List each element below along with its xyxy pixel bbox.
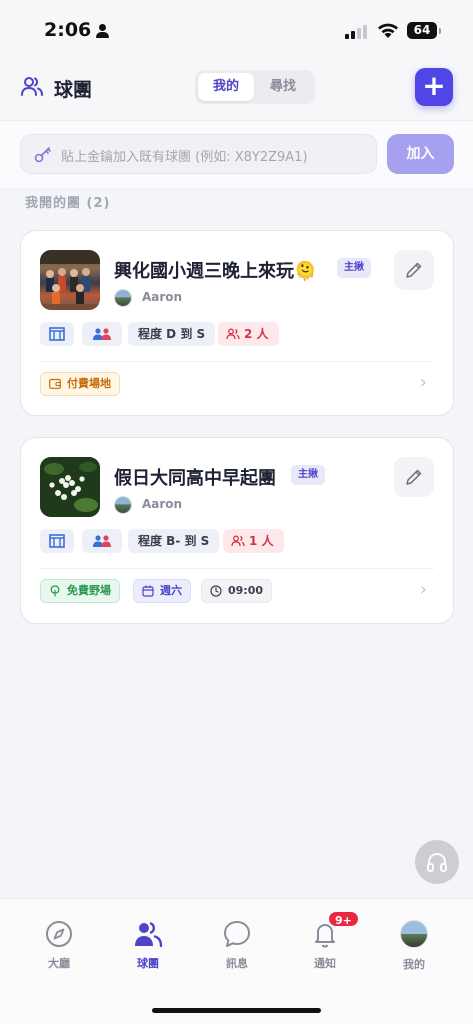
status-time: 2:06 [44, 19, 92, 41]
owner-name: Aaron [142, 290, 183, 304]
page-header: 球團 我的 尋找 + [0, 58, 473, 120]
member-count: 2 人 [244, 327, 269, 341]
pencil-icon [406, 469, 422, 485]
edit-button[interactable] [394, 250, 434, 290]
support-button[interactable] [415, 840, 459, 884]
people-outline-icon [226, 328, 240, 340]
edit-button[interactable] [394, 457, 434, 497]
tab-profile[interactable]: 我的 [384, 919, 444, 972]
time-tag: 09:00 [201, 579, 273, 603]
host-badge: 主揪 [337, 258, 371, 278]
divider [40, 568, 434, 569]
chat-bubble-icon [224, 921, 250, 947]
chevron-right-icon: › [419, 579, 427, 600]
notification-badge: 9+ [327, 910, 360, 928]
wallet-icon [49, 378, 61, 389]
home-indicator [152, 1008, 321, 1013]
people-outline-icon [231, 535, 245, 547]
chevron-right-icon: › [419, 372, 427, 393]
gender-chip [82, 322, 122, 346]
tab-lobby[interactable]: 大廳 [29, 919, 89, 971]
clock-icon [210, 585, 222, 597]
level-chip: 程度 D 到 S [128, 322, 216, 346]
invite-key-placeholder: 貼上金鑰加入既有球團 (例如: X8Y2Z9A1) [61, 150, 308, 165]
cellular-signal-icon [345, 25, 369, 39]
group-photo [40, 457, 100, 517]
battery-indicator: 64 [407, 22, 441, 39]
member-count: 1 人 [249, 534, 274, 548]
divider [40, 361, 434, 362]
headphones-icon [427, 853, 447, 872]
tab-messages[interactable]: 訊息 [207, 919, 267, 971]
status-bar: 2:06 64 [0, 0, 473, 58]
pencil-icon [406, 262, 422, 278]
bottom-tab-bar: 大廳 球團 訊息 9+ 通知 我的 [0, 898, 473, 1024]
member-count-chip: 2 人 [218, 322, 279, 346]
avatar [114, 289, 132, 307]
calendar-icon [142, 585, 154, 597]
tree-icon [50, 585, 60, 597]
court-icon [49, 327, 65, 341]
member-count-chip: 1 人 [223, 529, 284, 553]
owner-name: Aaron [142, 497, 183, 511]
group-card[interactable]: 興化國小週三晚上來玩🫠 主揪 Aaron 程度 D 到 S 2 人 付費場地 › [20, 230, 454, 416]
key-icon [34, 147, 51, 163]
wifi-icon [378, 23, 398, 38]
court-chip [40, 322, 74, 346]
people-icon [21, 77, 43, 96]
people-icon [93, 535, 111, 547]
avatar [400, 920, 428, 948]
tab-groups[interactable]: 球團 [118, 919, 178, 971]
page-title: 球團 [54, 79, 93, 101]
join-button[interactable]: 加入 [387, 134, 454, 174]
court-icon [49, 534, 65, 548]
weekday-tag: 週六 [133, 579, 191, 603]
level-chip: 程度 B- 到 S [128, 529, 220, 553]
court-chip [40, 529, 74, 553]
add-group-button[interactable]: + [415, 68, 453, 106]
tab-mine[interactable]: 我的 [198, 73, 254, 101]
people-icon [93, 328, 111, 340]
gender-chip [82, 529, 122, 553]
people-icon [135, 922, 163, 948]
group-name: 假日大同高中早起團 [114, 468, 276, 489]
group-card[interactable]: 假日大同高中早起團 主揪 Aaron 程度 B- 到 S 1 人 免費野場 週六… [20, 437, 454, 624]
avatar [114, 496, 132, 514]
person-icon [96, 24, 109, 38]
group-name: 興化國小週三晚上來玩🫠 [114, 261, 317, 282]
tab-find[interactable]: 尋找 [255, 73, 311, 101]
group-photo [40, 250, 100, 310]
tab-notifications[interactable]: 9+ 通知 [295, 910, 360, 971]
segment-control: 我的 尋找 [195, 70, 315, 104]
section-title: 我開的團 (2) [25, 196, 111, 211]
invite-key-input[interactable]: 貼上金鑰加入既有球團 (例如: X8Y2Z9A1) [20, 134, 377, 174]
court-type-tag: 付費場地 [40, 372, 120, 396]
court-type-tag: 免費野場 [40, 579, 120, 603]
compass-icon [46, 921, 72, 947]
host-badge: 主揪 [291, 465, 325, 485]
